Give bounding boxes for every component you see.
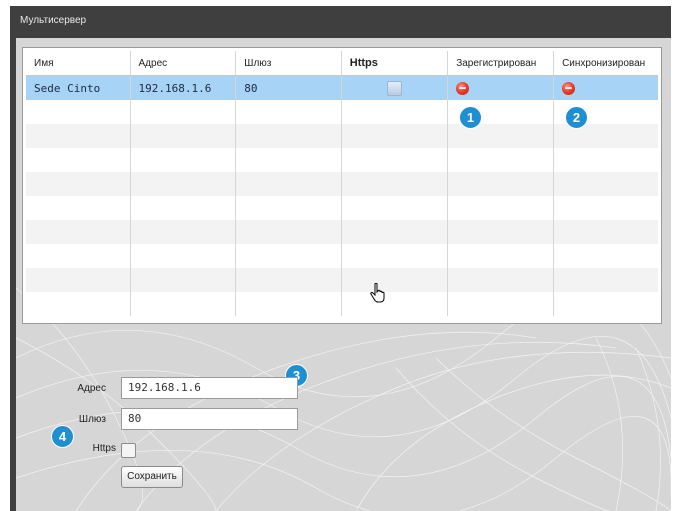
https-checkbox-cell[interactable] bbox=[386, 80, 402, 96]
gateway-input[interactable]: 80 bbox=[121, 408, 298, 430]
cell-gateway: 80 bbox=[235, 75, 342, 100]
cell-name: Sede Cinto bbox=[26, 75, 131, 100]
column-header-registered[interactable]: Зарегистрирован bbox=[447, 51, 555, 76]
table-row-empty bbox=[26, 196, 658, 220]
cell-registered bbox=[447, 75, 555, 100]
cell-synchronized bbox=[553, 75, 658, 100]
synchronized-status-icon bbox=[562, 81, 576, 95]
panel-title: Мультисервер bbox=[20, 15, 87, 26]
table-row-empty bbox=[26, 172, 658, 196]
table-row-empty bbox=[26, 124, 658, 148]
address-label: Адрес bbox=[77, 383, 106, 394]
column-header-address[interactable]: Адрес bbox=[130, 51, 237, 76]
grid-header-row: Имя Адрес Шлюз Https Зарегистрирован Син… bbox=[26, 51, 658, 76]
cell-https bbox=[341, 75, 449, 100]
column-header-gateway[interactable]: Шлюз bbox=[235, 51, 342, 76]
address-input[interactable]: 192.168.1.6 bbox=[121, 377, 298, 399]
column-header-https[interactable]: Https bbox=[341, 51, 449, 76]
save-button[interactable]: Сохранить bbox=[121, 466, 183, 488]
table-row-empty bbox=[26, 244, 658, 268]
registered-status-icon bbox=[456, 81, 470, 95]
https-label: Https bbox=[92, 443, 116, 454]
gateway-label: Шлюз bbox=[78, 414, 106, 425]
table-row-empty bbox=[26, 148, 658, 172]
callout-2: 2 bbox=[565, 106, 588, 129]
table-row-empty bbox=[26, 268, 658, 292]
callout-1: 1 bbox=[459, 106, 482, 129]
cell-address: 192.168.1.6 bbox=[130, 75, 237, 100]
grid-table: Имя Адрес Шлюз Https Зарегистрирован Син… bbox=[26, 51, 658, 316]
table-row-empty bbox=[26, 220, 658, 244]
column-header-synchronized[interactable]: Синхронизирован bbox=[553, 51, 658, 76]
multiserver-grid[interactable]: Имя Адрес Шлюз Https Зарегистрирован Син… bbox=[22, 47, 662, 324]
hand-cursor-icon bbox=[370, 283, 385, 303]
column-header-name[interactable]: Имя bbox=[26, 51, 131, 76]
https-checkbox[interactable] bbox=[121, 443, 136, 458]
table-row-empty bbox=[26, 292, 658, 316]
table-row[interactable]: Sede Cinto 192.168.1.6 80 bbox=[26, 75, 658, 100]
table-row-empty bbox=[26, 100, 658, 124]
